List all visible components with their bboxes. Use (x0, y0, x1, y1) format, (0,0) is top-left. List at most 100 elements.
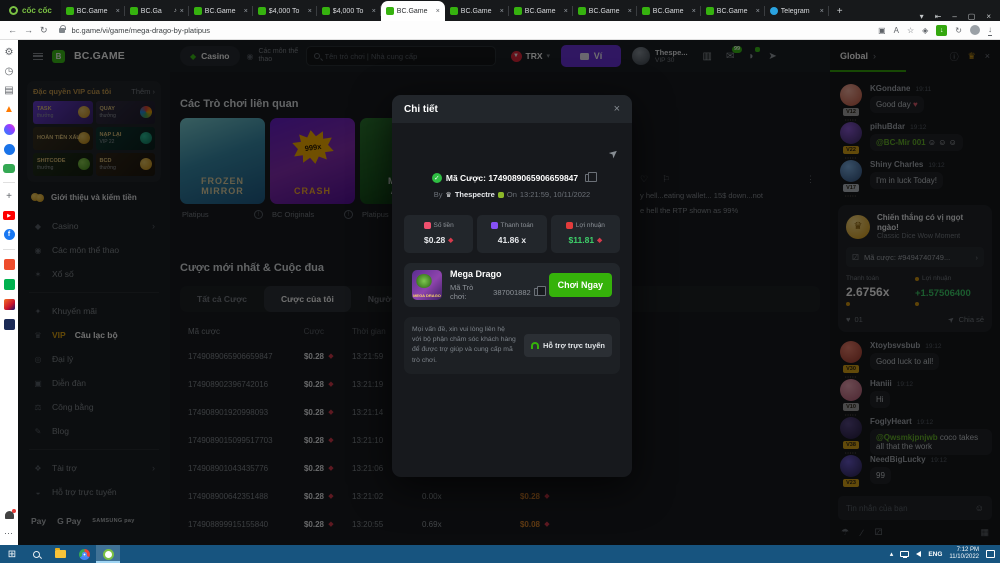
hamburger-menu-icon[interactable] (33, 53, 43, 60)
lazada-icon[interactable] (4, 299, 15, 310)
bet-table-row[interactable]: 174908899915155840 $0.28 ◆ 13:20:55 0.69… (180, 510, 820, 538)
vip-more-link[interactable]: Thêm › (131, 87, 155, 96)
url-text[interactable]: bc.game/vi/game/mega-drago-by-platipus (72, 26, 210, 35)
volume-icon[interactable] (916, 551, 921, 557)
browser-tab[interactable]: BC.Game × (61, 1, 125, 21)
shop-app-icon[interactable] (4, 279, 15, 290)
hot-trends-icon[interactable]: ▲ (4, 105, 14, 115)
sidebar-menu-item[interactable]: ✎ Blog (27, 419, 161, 443)
games-icon[interactable] (3, 164, 15, 173)
avatar[interactable] (840, 379, 862, 401)
browser-tab[interactable]: $4,000 To × (253, 1, 317, 21)
notifications-bell-icon[interactable]: ◗ (748, 51, 754, 62)
shopee-icon[interactable] (4, 259, 15, 270)
sidebar-menu-item[interactable]: ◉ Các môn thể thao (27, 238, 161, 262)
tab-audio-icon[interactable]: ♪ (174, 8, 177, 14)
gif-keyboard-icon[interactable]: ▦ (980, 527, 989, 538)
vip-promo-card[interactable]: BCD thưởng (96, 153, 156, 176)
pin-sidebar-icon[interactable]: ⇤ (935, 12, 942, 21)
vip-promo-card[interactable]: NẠP LẠI VIP 22 (96, 127, 156, 150)
chat-username[interactable]: pihuBdar (870, 122, 905, 131)
browser-tab[interactable]: BC.Game × (189, 1, 253, 21)
casino-tab[interactable]: ◆ Casino (180, 46, 240, 66)
avatar[interactable] (840, 455, 862, 477)
chat-room-tab[interactable]: Global (840, 51, 868, 61)
tab-search-icon[interactable]: ▾ (920, 12, 924, 21)
game-card-art[interactable]: 999x CRASH (270, 118, 355, 204)
chat-username[interactable]: Xtoybsvsbub (870, 341, 920, 350)
minimize-button[interactable]: – (952, 12, 956, 21)
tray-expand-icon[interactable]: ▴ (890, 550, 894, 558)
sidebar-menu-item[interactable]: ✶ Xổ số (27, 262, 161, 286)
sidebar-menu-item[interactable]: ◎ Đại lý (27, 347, 161, 371)
coccoc-brand[interactable]: cốc cốc (0, 0, 61, 21)
action-center-icon[interactable] (986, 550, 995, 558)
coccoc-taskbar-icon[interactable] (96, 545, 120, 563)
tab-close-icon[interactable]: × (756, 8, 760, 15)
bcgame-logo-text[interactable]: BC.GAME (74, 50, 125, 62)
close-modal-icon[interactable]: × (614, 103, 620, 115)
file-explorer-icon[interactable] (48, 545, 72, 563)
network-icon[interactable] (900, 551, 909, 557)
tab-close-icon[interactable]: × (244, 8, 248, 15)
translate-icon[interactable]: A (894, 26, 899, 35)
update-download-icon[interactable]: ↓ (936, 25, 947, 36)
mention[interactable]: @Qwsmkjpnjwb (876, 433, 938, 442)
reading-list-icon[interactable]: ▤ (4, 86, 13, 96)
chat-username[interactable]: KGondane (870, 84, 910, 93)
lock-icon[interactable] (59, 28, 65, 33)
browser-tab[interactable]: BC.Game × (381, 1, 445, 21)
emoji-smiley-icon[interactable]: ☺ (975, 503, 984, 513)
mail-icon[interactable]: ✉99 (726, 51, 734, 62)
shopping-app-icon[interactable] (4, 319, 15, 330)
chat-username[interactable]: NeedBigLucky (870, 455, 926, 464)
back-icon[interactable]: ← (8, 25, 17, 35)
reader-mode-icon[interactable]: ▣ (878, 26, 886, 35)
tab-close-icon[interactable]: × (116, 8, 120, 15)
chat-username[interactable]: Shiny Charles (870, 160, 923, 169)
copy-icon[interactable] (534, 288, 541, 296)
reload-icon[interactable]: ↻ (40, 25, 48, 36)
forward-icon[interactable]: → (24, 25, 33, 35)
browser-tab[interactable]: BC.Game × (445, 1, 509, 21)
browser-tab[interactable]: BC.Ga ♪ × (125, 1, 189, 21)
like-heart-icon[interactable]: ♡ (640, 174, 648, 185)
profile-avatar[interactable] (970, 25, 980, 35)
sync-icon[interactable]: ↻ (955, 26, 962, 35)
bets-tab[interactable]: Cược của tôi (264, 286, 351, 312)
trophy-icon[interactable]: ♛ (968, 51, 976, 62)
youtube-icon[interactable]: ▶ (3, 211, 15, 220)
browser-tab[interactable]: BC.Game × (509, 1, 573, 21)
game-card[interactable]: 999x CRASH BC Originals ! (270, 118, 355, 219)
win-card-bet-row[interactable]: ⚂ Mã cược: #9494740749... › (846, 247, 984, 267)
downloads-tray-icon[interactable]: ↓ (988, 25, 992, 36)
more-options-icon[interactable]: ⋮ (806, 174, 815, 185)
tab-close-icon[interactable]: × (820, 8, 824, 15)
tab-close-icon[interactable]: × (692, 8, 696, 15)
chrome-icon[interactable] (72, 545, 96, 563)
chat-username[interactable]: Haniii (870, 379, 892, 388)
close-chat-icon[interactable]: × (985, 51, 990, 61)
play-now-button[interactable]: Chơi Ngay (549, 273, 612, 297)
sidebar-menu-item[interactable]: ⚖ Công bằng (27, 395, 161, 419)
avatar[interactable] (840, 122, 862, 144)
player-name[interactable]: Thespectre (455, 190, 495, 199)
chat-username[interactable]: FoglyHeart (870, 417, 912, 426)
coin-rain-icon[interactable]: ☂ (841, 527, 849, 538)
sidebar-menu-item[interactable]: ◒ Hỗ trợ trực tuyến (27, 480, 161, 504)
copy-icon[interactable] (585, 174, 592, 182)
info-icon[interactable]: ! (344, 210, 353, 219)
tab-close-icon[interactable]: × (436, 8, 440, 15)
bet-table-row[interactable]: 174908900642351488 $0.28 ◆ 13:21:02 0.00… (180, 482, 820, 510)
chevron-right-icon[interactable]: › (873, 51, 876, 61)
close-window-button[interactable]: × (986, 12, 991, 21)
sidebar-menu-item[interactable]: ◆ Casino › (27, 214, 161, 238)
game-card[interactable]: FROZENMIRROR Platipus ! (180, 118, 265, 219)
statistics-icon[interactable]: ▥ (703, 51, 712, 62)
quests-icon[interactable]: ➤ (768, 51, 776, 62)
browser-tab[interactable]: BC.Game × (573, 1, 637, 21)
report-flag-icon[interactable]: ⚐ (662, 174, 670, 185)
currency-selector[interactable]: ▼ TRX ▾ (511, 51, 551, 62)
game-thumbnail[interactable]: MEGA DRAGO (412, 270, 442, 300)
chat-message-input[interactable] (846, 504, 975, 513)
